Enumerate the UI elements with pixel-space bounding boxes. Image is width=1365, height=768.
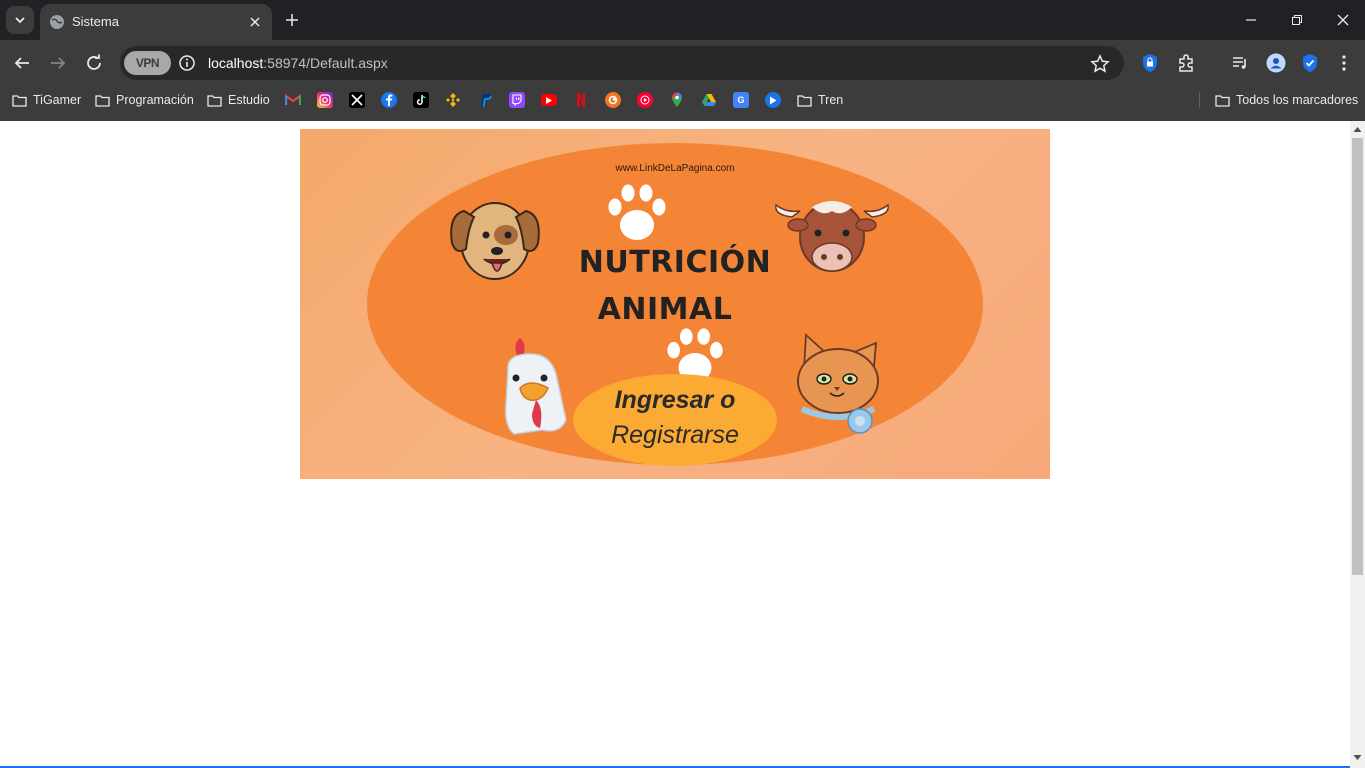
- bookmarks-divider: [1199, 92, 1200, 108]
- site-info-icon[interactable]: [178, 54, 196, 72]
- bookmark-label: Tren: [818, 93, 844, 107]
- reload-button[interactable]: [82, 51, 106, 75]
- forward-button[interactable]: [46, 51, 70, 75]
- banner-image[interactable]: www.LinkDeLaPagina.com NUTRICIÓN ANIMAL …: [300, 129, 1050, 479]
- cta-line1: Ingresar o: [614, 386, 736, 414]
- plus-icon: [286, 14, 298, 26]
- vpn-button[interactable]: VPN: [124, 51, 171, 75]
- url-text: localhost:58974/Default.aspx: [208, 55, 388, 71]
- folder-icon: [207, 94, 222, 107]
- browser-toolbar: VPN localhost:58974/Default.aspx: [0, 40, 1365, 86]
- address-bar[interactable]: VPN localhost:58974/Default.aspx: [120, 46, 1124, 80]
- netflix-icon[interactable]: [573, 92, 589, 108]
- crunchyroll-icon[interactable]: [605, 92, 621, 108]
- cta-line2: Registrarse: [611, 421, 739, 449]
- maps-icon[interactable]: [669, 92, 685, 108]
- minimize-icon: [1246, 19, 1256, 21]
- vpn-lock-extension-icon[interactable]: [1139, 52, 1161, 74]
- arrow-left-icon: [14, 57, 29, 69]
- bookmark-label: Estudio: [228, 93, 270, 107]
- browser-menu-icon[interactable]: [1333, 52, 1355, 74]
- tab-sistema[interactable]: Sistema: [40, 4, 272, 40]
- restore-button[interactable]: [1285, 8, 1309, 32]
- close-icon: [250, 17, 260, 27]
- paypal-icon[interactable]: [477, 92, 493, 108]
- bookmark-label: Programación: [116, 93, 194, 107]
- binance-icon[interactable]: [445, 92, 461, 108]
- tab-title: Sistema: [72, 14, 119, 29]
- vertical-scrollbar[interactable]: [1350, 121, 1365, 768]
- bookmarks-bar: TiGamer Programación Estudio G Tren Todo…: [0, 86, 1365, 121]
- bookmark-label: Todos los marcadores: [1236, 93, 1359, 107]
- url-path: :58974/Default.aspx: [263, 55, 388, 71]
- banner-title-line2: ANIMAL: [597, 292, 733, 327]
- play-icon[interactable]: [765, 92, 781, 108]
- tab-search-button[interactable]: [6, 6, 34, 34]
- reload-icon: [87, 54, 101, 70]
- bookmark-folder-tren[interactable]: Tren: [797, 86, 843, 114]
- bookmark-label: TiGamer: [33, 93, 82, 107]
- security-shield-icon[interactable]: [1299, 52, 1321, 74]
- login-register-link[interactable]: Ingresar o Registrarse: [573, 374, 777, 466]
- twitch-icon[interactable]: [509, 92, 525, 108]
- page-content: www.LinkDeLaPagina.com NUTRICIÓN ANIMAL …: [0, 121, 1350, 768]
- new-tab-button[interactable]: [282, 10, 302, 30]
- profile-avatar[interactable]: [1265, 52, 1287, 74]
- instagram-icon[interactable]: [317, 92, 333, 108]
- chicken-illustration: [504, 338, 567, 435]
- x-icon[interactable]: [349, 92, 365, 108]
- globe-icon: [50, 15, 64, 29]
- arrow-right-icon: [51, 57, 66, 69]
- scroll-down-icon[interactable]: [1353, 753, 1362, 762]
- close-icon: [1337, 14, 1349, 26]
- translate-icon[interactable]: G: [733, 92, 749, 108]
- youtube-icon[interactable]: [541, 94, 557, 106]
- gmail-icon[interactable]: [285, 92, 301, 108]
- close-tab-button[interactable]: [246, 13, 264, 31]
- minimize-button[interactable]: [1239, 8, 1263, 32]
- site-link-text: www.LinkDeLaPagina.com: [615, 163, 735, 174]
- tiktok-icon[interactable]: [413, 92, 429, 108]
- cat-illustration: [797, 333, 879, 434]
- bookmark-folder-tigamer[interactable]: TiGamer: [12, 86, 81, 114]
- all-bookmarks-button[interactable]: Todos los marcadores: [1215, 86, 1358, 114]
- scroll-up-icon[interactable]: [1353, 125, 1362, 134]
- close-window-button[interactable]: [1331, 8, 1355, 32]
- paw-print-icon: [608, 184, 666, 240]
- folder-icon: [1215, 94, 1230, 107]
- bookmark-folder-estudio[interactable]: Estudio: [207, 86, 270, 114]
- folder-icon: [12, 94, 27, 107]
- scrollbar-thumb[interactable]: [1352, 138, 1363, 575]
- bookmark-folder-programacion[interactable]: Programación: [95, 86, 194, 114]
- folder-icon: [95, 94, 110, 107]
- banner-title-line1: NUTRICIÓN: [578, 245, 772, 280]
- extensions-icon[interactable]: [1175, 52, 1197, 74]
- folder-icon: [797, 94, 812, 107]
- restore-icon: [1292, 15, 1302, 25]
- facebook-icon[interactable]: [381, 92, 397, 108]
- bookmark-star-icon[interactable]: [1090, 54, 1110, 74]
- chevron-down-icon: [15, 17, 25, 24]
- back-button[interactable]: [10, 51, 34, 75]
- drive-icon[interactable]: [701, 92, 717, 108]
- tab-strip: Sistema: [0, 0, 1365, 40]
- youtube-music-icon[interactable]: [637, 92, 653, 108]
- media-control-icon[interactable]: [1229, 52, 1251, 74]
- url-host: localhost: [208, 55, 264, 71]
